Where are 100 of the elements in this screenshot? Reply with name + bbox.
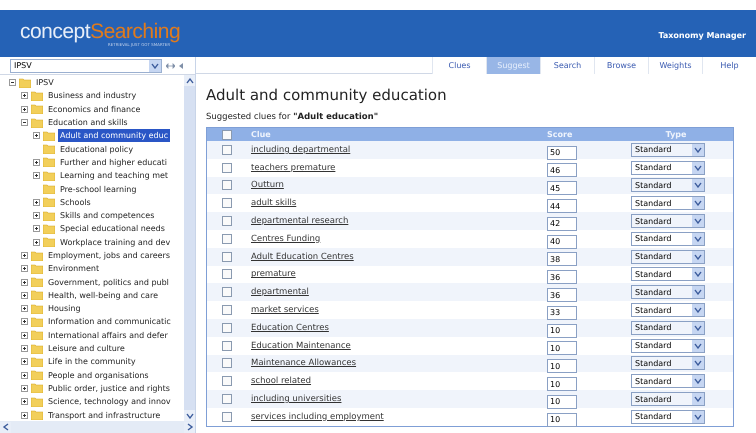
expand-icon[interactable] xyxy=(21,265,28,272)
tree-item[interactable]: Workplace training and dev xyxy=(58,236,172,249)
row-checkbox[interactable] xyxy=(222,358,232,368)
tree-item[interactable]: International affairs and defer xyxy=(46,328,170,342)
expand-icon[interactable] xyxy=(21,332,28,339)
tree-item[interactable]: Science, technology and innov xyxy=(46,395,173,408)
score-field[interactable]: 33 xyxy=(547,306,577,320)
tree-item[interactable]: Further and higher educati xyxy=(58,156,170,169)
nav-tab[interactable]: Help xyxy=(702,57,756,74)
row-checkbox[interactable] xyxy=(222,216,232,226)
score-field[interactable]: 44 xyxy=(547,199,577,214)
expand-icon[interactable] xyxy=(21,412,28,419)
clue-link[interactable]: adult skills xyxy=(251,198,547,208)
expand-icon[interactable] xyxy=(21,92,28,100)
type-select[interactable]: Standard xyxy=(631,338,705,353)
type-select[interactable]: Standard xyxy=(631,303,705,318)
score-field[interactable]: 10 xyxy=(547,412,577,427)
tree-item[interactable]: Schools xyxy=(58,196,93,209)
type-select[interactable]: Standard xyxy=(631,178,705,192)
type-select[interactable]: Standard xyxy=(631,250,705,264)
clue-link[interactable]: Maintenance Allowances xyxy=(251,358,547,368)
tree-item[interactable]: Adult and community educ xyxy=(58,129,170,142)
score-field[interactable]: 42 xyxy=(547,216,577,231)
expand-icon[interactable] xyxy=(21,278,28,286)
expand-icon[interactable] xyxy=(21,305,28,312)
tree-item[interactable]: Life in the community xyxy=(46,355,138,368)
tree-item[interactable]: Government, politics and publ xyxy=(46,276,171,289)
clue-link[interactable]: Education Centres xyxy=(251,322,547,333)
tree-item[interactable]: Learning and teaching met xyxy=(58,169,170,182)
expand-icon[interactable] xyxy=(33,132,40,140)
tree-item[interactable]: Public order, justice and rights xyxy=(46,382,172,395)
score-field[interactable]: 10 xyxy=(547,359,577,374)
clue-link[interactable]: departmental research xyxy=(251,216,547,226)
expand-icon[interactable] xyxy=(33,172,40,180)
clue-link[interactable]: including departmental xyxy=(251,144,547,155)
score-field[interactable]: 10 xyxy=(547,324,577,338)
tree-item[interactable]: Leisure and culture xyxy=(46,342,127,356)
type-select[interactable]: Standard xyxy=(631,410,705,424)
nav-tab[interactable]: Clues xyxy=(432,57,486,74)
score-field[interactable]: 50 xyxy=(547,146,577,160)
tree-item[interactable]: Employment, jobs and careers xyxy=(46,249,172,262)
type-select[interactable]: Standard xyxy=(631,356,705,370)
expand-icon[interactable] xyxy=(33,225,40,232)
expand-icon[interactable] xyxy=(33,158,40,166)
score-field[interactable]: 36 xyxy=(547,288,577,302)
score-field[interactable]: 10 xyxy=(547,341,577,356)
type-select[interactable]: Standard xyxy=(631,285,705,300)
row-checkbox[interactable] xyxy=(222,180,232,190)
type-select[interactable]: Standard xyxy=(631,232,705,246)
clue-link[interactable]: including universities xyxy=(251,394,547,404)
collapse-icon[interactable] xyxy=(9,79,16,86)
expand-icon[interactable] xyxy=(21,318,28,326)
score-field[interactable]: 10 xyxy=(547,394,577,409)
tree-item[interactable]: Educational policy xyxy=(58,142,136,156)
clue-link[interactable]: premature xyxy=(251,269,547,280)
expand-icon[interactable] xyxy=(21,384,28,392)
collapse-panel-icon[interactable] xyxy=(179,62,183,68)
score-field[interactable]: 10 xyxy=(547,377,577,392)
nav-tab[interactable]: Weights xyxy=(648,57,702,74)
expand-icon[interactable] xyxy=(33,212,40,220)
expand-icon[interactable] xyxy=(21,358,28,366)
row-checkbox[interactable] xyxy=(222,305,232,316)
row-checkbox[interactable] xyxy=(222,162,232,173)
expand-icon[interactable] xyxy=(33,198,40,206)
row-checkbox[interactable] xyxy=(222,269,232,280)
row-checkbox[interactable] xyxy=(222,144,232,155)
row-checkbox[interactable] xyxy=(222,412,232,422)
type-select[interactable]: Standard xyxy=(631,196,705,210)
tree-item[interactable]: Pre-school learning xyxy=(58,182,138,196)
nav-tab[interactable]: Browse xyxy=(594,57,648,74)
expand-icon[interactable] xyxy=(21,252,28,259)
resize-icon[interactable] xyxy=(166,62,175,68)
nav-tab[interactable]: Search xyxy=(540,57,594,74)
row-checkbox[interactable] xyxy=(222,340,232,351)
type-select[interactable]: Standard xyxy=(631,267,705,282)
score-field[interactable]: 38 xyxy=(547,252,577,266)
tree-item[interactable]: Housing xyxy=(46,302,83,316)
tree-item[interactable]: IPSV xyxy=(34,76,56,90)
clue-link[interactable]: Education Maintenance xyxy=(251,340,547,351)
expand-icon[interactable] xyxy=(21,106,28,113)
tree-item[interactable]: Information and communicatic xyxy=(46,315,173,328)
type-select[interactable]: Standard xyxy=(631,142,705,157)
score-field[interactable]: 46 xyxy=(547,163,577,178)
type-select[interactable]: Standard xyxy=(631,320,705,335)
select-all-checkbox[interactable] xyxy=(222,130,232,140)
clue-link[interactable]: Centres Funding xyxy=(251,234,547,244)
expand-icon[interactable] xyxy=(21,398,28,406)
horizontal-scrollbar[interactable] xyxy=(0,421,195,433)
clue-link[interactable]: services including employment xyxy=(251,412,547,422)
taxonomy-select[interactable]: IPSV xyxy=(10,58,162,72)
type-select[interactable]: Standard xyxy=(631,374,705,388)
row-checkbox[interactable] xyxy=(222,252,232,262)
score-field[interactable]: 40 xyxy=(547,234,577,249)
type-select[interactable]: Standard xyxy=(631,160,705,175)
clue-link[interactable]: school related xyxy=(251,376,547,386)
tree-item[interactable]: Environment xyxy=(46,262,102,276)
type-select[interactable]: Standard xyxy=(631,214,705,228)
expand-icon[interactable] xyxy=(21,345,28,352)
tree-item[interactable]: Health, well-being and care xyxy=(46,288,160,302)
vertical-scrollbar[interactable] xyxy=(184,75,195,421)
